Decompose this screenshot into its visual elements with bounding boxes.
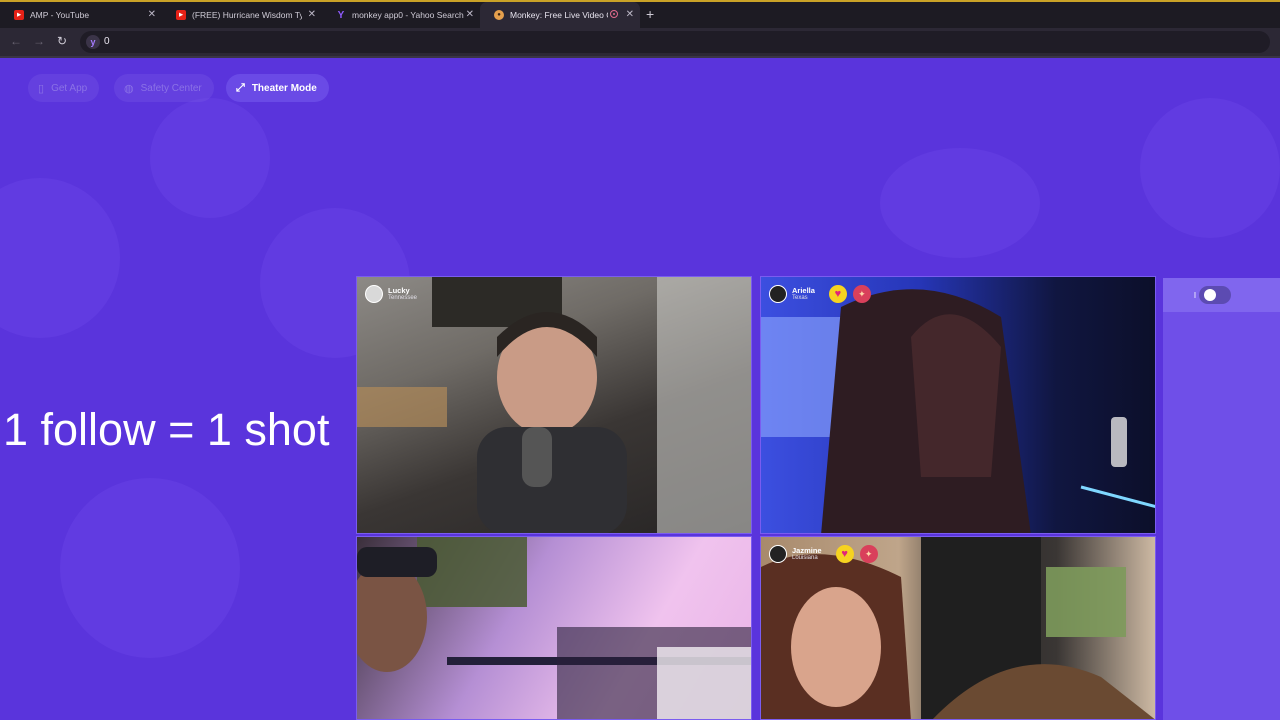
tab-title: Monkey: Free Live Video Ch [510, 10, 608, 20]
youtube-icon: ▶ [14, 10, 24, 20]
stream-overlay-text: 1 follow = 1 shot [3, 404, 330, 455]
tab-title: (FREE) Hurricane Wisdom Type [192, 10, 302, 20]
phone-icon: ▯ [38, 82, 45, 95]
avatar [769, 285, 787, 303]
reload-icon[interactable]: ↻ [57, 34, 67, 48]
close-tab-icon[interactable]: ✕ [308, 9, 316, 20]
tab-amp-youtube[interactable]: ▶ AMP - YouTube ✕ [0, 2, 162, 28]
background-blob [880, 148, 1040, 258]
video-feed [761, 289, 1155, 533]
heart-icon: ♥ [835, 545, 854, 563]
video-feed [357, 277, 751, 533]
toggle-knob [1204, 289, 1217, 301]
participant-pill: Lucky Tennessee [365, 285, 417, 303]
close-tab-icon[interactable]: ✕ [148, 9, 156, 20]
close-tab-icon[interactable]: ✕ [626, 9, 634, 20]
address-bar[interactable] [80, 31, 1270, 53]
background-blob [1140, 98, 1280, 238]
youtube-icon: ▶ [176, 10, 186, 20]
heart-icon: ♥ [828, 285, 847, 303]
safety-center-label: Safety Center [140, 82, 202, 94]
tab-title: monkey app0 - Yahoo Search R [352, 10, 464, 20]
participant-location: Louisiana [792, 555, 818, 562]
safety-center-button[interactable]: ◍ Safety Center [114, 74, 214, 102]
participant-location: Texas [792, 295, 808, 302]
browser-tab-bar: ▶ AMP - YouTube ✕ ▶ (FREE) Hurricane Wis… [0, 0, 1280, 28]
side-panel: I [1163, 278, 1280, 720]
participant-name: Lucky [388, 285, 410, 295]
video-tile-jazmine[interactable]: Jazmine Louisiana ♥ ✦ [760, 536, 1156, 720]
theater-mode-label: Theater Mode [251, 82, 317, 94]
award-icon: ✦ [852, 285, 871, 303]
video-feed [761, 537, 1155, 719]
tab-monkey-video-chat[interactable]: ● Monkey: Free Live Video Ch ✕ [480, 2, 640, 28]
award-icon: ✦ [859, 545, 878, 563]
background-blob [60, 478, 240, 658]
video-tile-lucky[interactable]: Lucky Tennessee [356, 276, 752, 534]
video-feed [357, 537, 751, 719]
close-tab-icon[interactable]: ✕ [466, 9, 474, 20]
tab-title: AMP - YouTube [30, 10, 90, 20]
tab-yahoo-search[interactable]: Y monkey app0 - Yahoo Search R ✕ [322, 2, 480, 28]
get-app-button[interactable]: ▯ Get App [28, 74, 100, 102]
expand-icon: ⤢ [236, 81, 245, 94]
background-blob [150, 98, 270, 218]
participant-location: Tennessee [388, 295, 418, 302]
get-app-label: Get App [51, 82, 88, 94]
shield-icon: ◍ [124, 82, 134, 95]
monkey-icon: ● [494, 10, 504, 20]
side-panel-header: I [1163, 278, 1280, 312]
video-tile-ariella[interactable]: Ariella Texas ♥ ✦ [760, 276, 1156, 534]
background-blob [0, 178, 120, 338]
participant-name: Ariella [792, 285, 815, 295]
side-toggle-label: I [1193, 290, 1197, 300]
avatar [365, 285, 383, 303]
participant-name: Jazmine [792, 545, 822, 555]
monkey-page: ▯ Get App ◍ Safety Center ⤢ Theater Mode… [0, 58, 1280, 720]
yahoo-search-icon: y [86, 35, 100, 49]
participant-pill: Jazmine Louisiana ♥ ✦ [769, 545, 878, 563]
back-arrow-icon[interactable]: ← [10, 34, 22, 48]
theater-mode-button[interactable]: ⤢ Theater Mode [226, 74, 329, 102]
tab-hurricane-wisdom[interactable]: ▶ (FREE) Hurricane Wisdom Type ✕ [162, 2, 322, 28]
new-tab-button[interactable]: + [646, 6, 654, 22]
recording-icon [610, 10, 618, 18]
yahoo-icon: Y [337, 9, 345, 21]
forward-arrow-icon[interactable]: → [33, 34, 45, 48]
video-tile-guest[interactable] [356, 536, 752, 720]
avatar [769, 545, 787, 563]
side-toggle[interactable]: I [1194, 286, 1231, 304]
address-text[interactable]: 0 [104, 36, 110, 47]
participant-pill: Ariella Texas ♥ ✦ [769, 285, 871, 303]
